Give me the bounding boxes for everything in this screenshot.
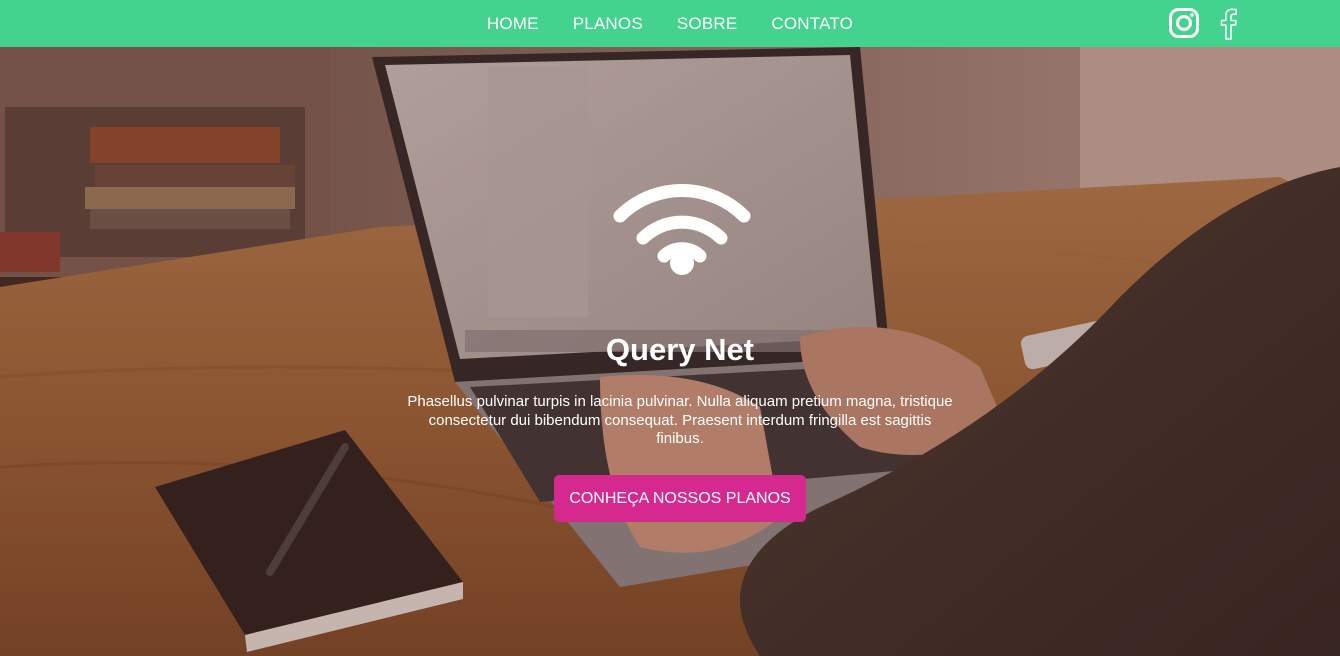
facebook-icon[interactable] [1218,6,1238,45]
nav-contato-link[interactable]: CONTATO [771,14,853,33]
plans-cta-button[interactable]: CONHEÇA NOSSOS PLANOS [554,475,806,522]
social-links [1168,6,1238,45]
nav-menu: HOME PLANOS SOBRE CONTATO [0,0,1340,47]
instagram-icon[interactable] [1168,7,1200,44]
hero-section: Query Net Phasellus pulvinar turpis in l… [0,47,1340,656]
navbar: HOME PLANOS SOBRE CONTATO [0,0,1340,47]
nav-home-link[interactable]: HOME [487,14,539,33]
nav-planos-link[interactable]: PLANOS [573,14,643,33]
nav-sobre-link[interactable]: SOBRE [677,14,738,33]
hero-title: Query Net [605,332,755,367]
hero-content: Query Net Phasellus pulvinar turpis in l… [0,47,1340,656]
hero-description: Phasellus pulvinar turpis in lacinia pul… [407,393,953,447]
wifi-icon [613,183,751,275]
